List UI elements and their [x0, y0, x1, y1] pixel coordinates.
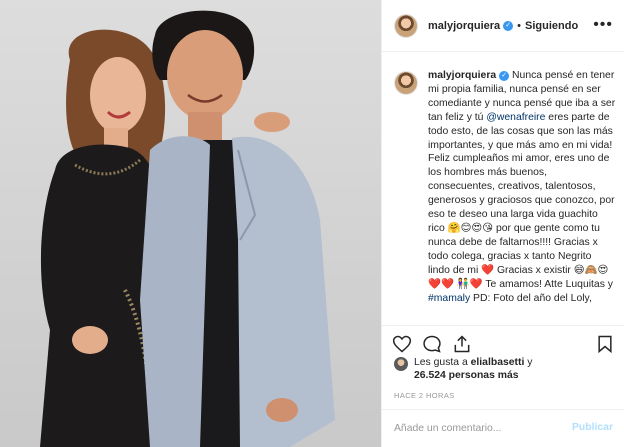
- instagram-post: malyjorquiera ✓ • Siguiendo ••• malyjorq…: [0, 0, 624, 447]
- liker-username[interactable]: elialbasetti: [471, 357, 525, 368]
- likes-prefix: Les gusta a: [414, 357, 468, 368]
- liker-avatar[interactable]: [394, 357, 408, 371]
- caption-username[interactable]: malyjorquiera: [428, 70, 496, 81]
- post-action-bar: [382, 325, 624, 359]
- caption-author-avatar[interactable]: [394, 71, 418, 95]
- author-avatar[interactable]: [394, 13, 418, 38]
- bookmark-icon[interactable]: [595, 334, 615, 354]
- verified-badge-icon: ✓: [499, 71, 510, 81]
- likes-count[interactable]: 26.524 personas más: [414, 370, 519, 381]
- caption-text-part-3: PD: Foto del año del Loly,: [473, 292, 592, 304]
- comments-area[interactable]: malyjorquiera ✓ Nunca pensé en tener mi p…: [382, 53, 624, 325]
- caption-mention-link[interactable]: @wenafreire: [486, 112, 545, 123]
- caption-hashtag-link[interactable]: #mamaly: [428, 293, 470, 304]
- post-timestamp[interactable]: HACE 2 HORAS: [394, 391, 455, 400]
- author-username[interactable]: malyjorquiera: [428, 20, 500, 32]
- verified-badge-icon: ✓: [503, 20, 514, 31]
- post-caption: malyjorquiera ✓ Nunca pensé en tener mi p…: [428, 69, 616, 305]
- post-photo[interactable]: [0, 0, 381, 447]
- post-header: malyjorquiera ✓ • Siguiendo •••: [382, 0, 624, 52]
- post-side-panel: malyjorquiera ✓ • Siguiendo ••• malyjorq…: [381, 0, 624, 447]
- caption-text-part-2: eres parte de todo esto, de las cosas qu…: [428, 111, 615, 290]
- add-comment-bar: Publicar: [382, 409, 624, 447]
- comment-input[interactable]: [394, 423, 564, 434]
- follow-button[interactable]: Siguiendo: [525, 20, 578, 32]
- comment-icon[interactable]: [422, 334, 442, 354]
- likes-summary: Les gusta a elialbasetti y 26.524 person…: [394, 356, 619, 382]
- more-options-icon[interactable]: •••: [593, 16, 613, 34]
- couple-photo-illustration: [40, 10, 335, 447]
- likes-middle: y: [527, 357, 533, 368]
- share-icon[interactable]: [452, 334, 472, 354]
- publish-button[interactable]: Publicar: [572, 422, 613, 433]
- heart-icon[interactable]: [392, 334, 412, 354]
- header-separator: •: [517, 19, 521, 32]
